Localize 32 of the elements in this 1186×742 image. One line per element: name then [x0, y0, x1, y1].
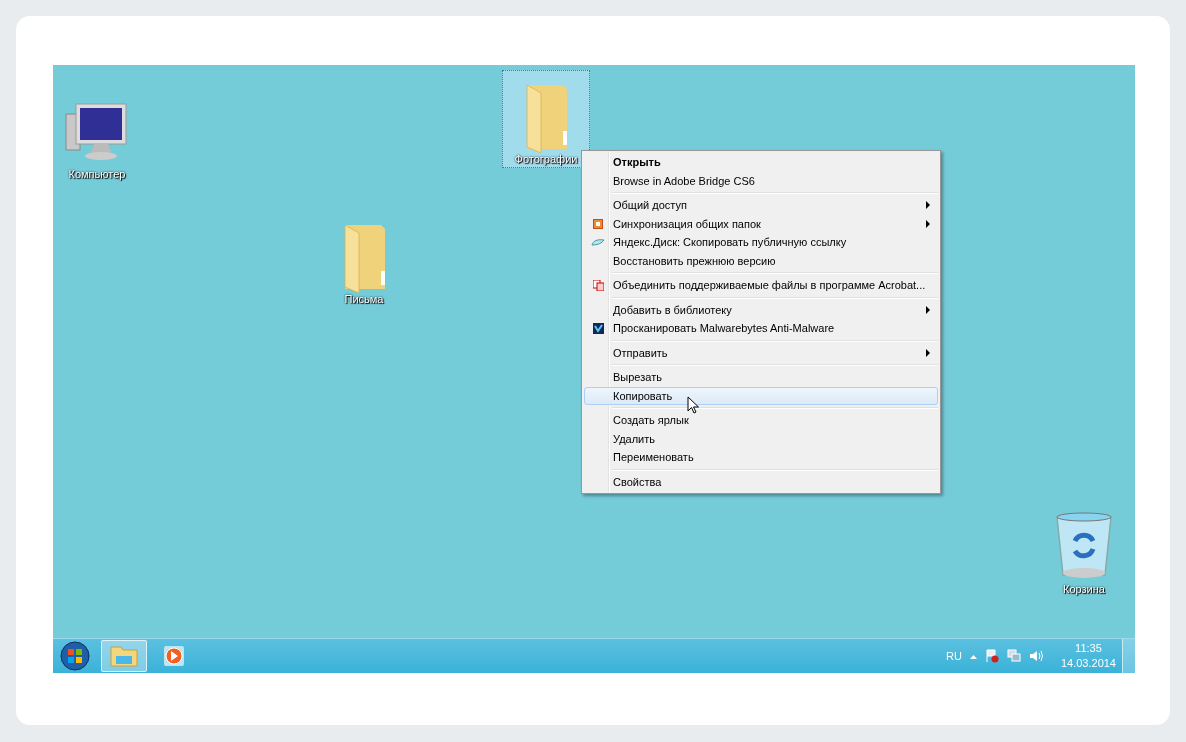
icon-label: Компьютер	[68, 168, 126, 180]
network-icon[interactable]	[1006, 649, 1021, 663]
menu-item[interactable]: Синхронизация общих папок	[584, 214, 938, 233]
menu-item[interactable]: Отправить	[584, 343, 938, 362]
menu-item[interactable]: Свойства	[584, 472, 938, 491]
menu-item[interactable]: Создать ярлык	[584, 411, 938, 430]
menu-item[interactable]: Вырезать	[584, 368, 938, 387]
menu-item[interactable]: Переименовать	[584, 448, 938, 467]
pdf-icon	[592, 279, 604, 291]
menu-item[interactable]: Восстановить прежнюю версию	[584, 251, 938, 270]
menu-item[interactable]: Добавить в библиотеку	[584, 300, 938, 319]
icon-label: Корзина	[1063, 583, 1105, 595]
cloud-icon	[591, 238, 605, 247]
sync-icon	[593, 218, 603, 229]
menu-item[interactable]: Объединить поддерживаемые файлы в программе Acrobat...	[584, 276, 938, 295]
show-hidden-icons-icon[interactable]	[969, 653, 977, 659]
speaker-icon[interactable]	[1028, 649, 1043, 663]
time-text: 11:35	[1075, 641, 1102, 656]
menu-item[interactable]: Просканировать Malwarebytes Anti-Malware	[584, 319, 938, 338]
date-text: 14.03.2014	[1060, 656, 1116, 671]
icon-label: Фотографии	[514, 153, 578, 165]
icon-label: Письма	[344, 293, 384, 305]
folder-icon	[109, 644, 139, 668]
menu-item[interactable]: Общий доступ	[584, 196, 938, 215]
menu-item[interactable]: Яндекс.Диск: Скопировать публичную ссылку	[584, 233, 938, 252]
play-icon	[163, 645, 185, 667]
show-desktop-button[interactable]	[1122, 639, 1135, 673]
windows-logo-icon	[60, 641, 90, 671]
scan-icon	[592, 322, 604, 334]
flag-icon[interactable]	[984, 649, 999, 663]
menu-item[interactable]: Удалить	[584, 429, 938, 448]
menu-item[interactable]: Browse in Adobe Bridge CS6	[584, 171, 938, 190]
